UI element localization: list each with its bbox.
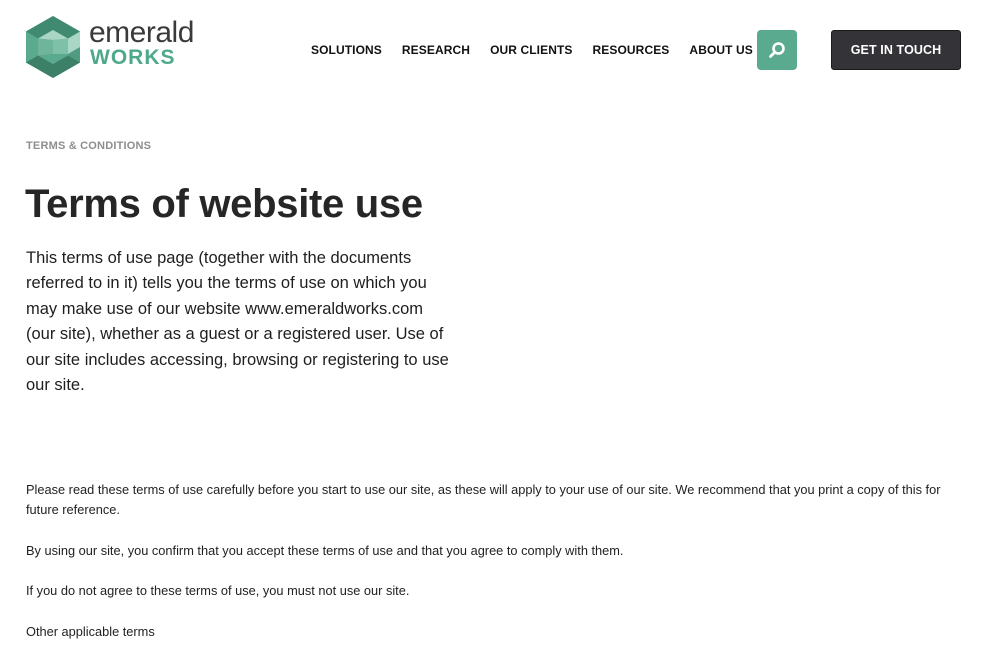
page-title: Terms of website use	[25, 182, 423, 226]
section-heading-other-applicable-terms: Other applicable terms	[26, 624, 155, 639]
intro-paragraph: This terms of use page (together with th…	[26, 249, 449, 395]
nav-item-resources[interactable]: RESOURCES	[593, 42, 670, 58]
body-paragraph: Please read these terms of use carefully…	[26, 482, 941, 517]
get-in-touch-button[interactable]: GET IN TOUCH	[831, 30, 961, 70]
main-nav: SOLUTIONS RESEARCH OUR CLIENTS RESOURCES…	[311, 42, 773, 58]
nav-item-our-clients[interactable]: OUR CLIENTS	[490, 42, 572, 58]
site-header: emerald WORKS SOLUTIONS RESEARCH OUR CLI…	[0, 0, 1000, 100]
body-paragraph: By using our site, you confirm that you …	[26, 543, 624, 558]
logo-link[interactable]: emerald WORKS	[26, 16, 196, 78]
body-paragraph: If you do not agree to these terms of us…	[26, 583, 410, 598]
logo-text-works: WORKS	[90, 46, 176, 69]
search-icon	[769, 42, 785, 58]
nav-item-about-us[interactable]: ABOUT US	[689, 42, 752, 58]
nav-item-solutions[interactable]: SOLUTIONS	[311, 42, 382, 58]
breadcrumb: TERMS & CONDITIONS	[26, 140, 152, 152]
logo-text-emerald: emerald	[89, 16, 194, 49]
search-button[interactable]	[757, 30, 797, 70]
nav-item-research[interactable]: RESEARCH	[402, 42, 470, 58]
emerald-works-logo-icon	[26, 16, 80, 78]
